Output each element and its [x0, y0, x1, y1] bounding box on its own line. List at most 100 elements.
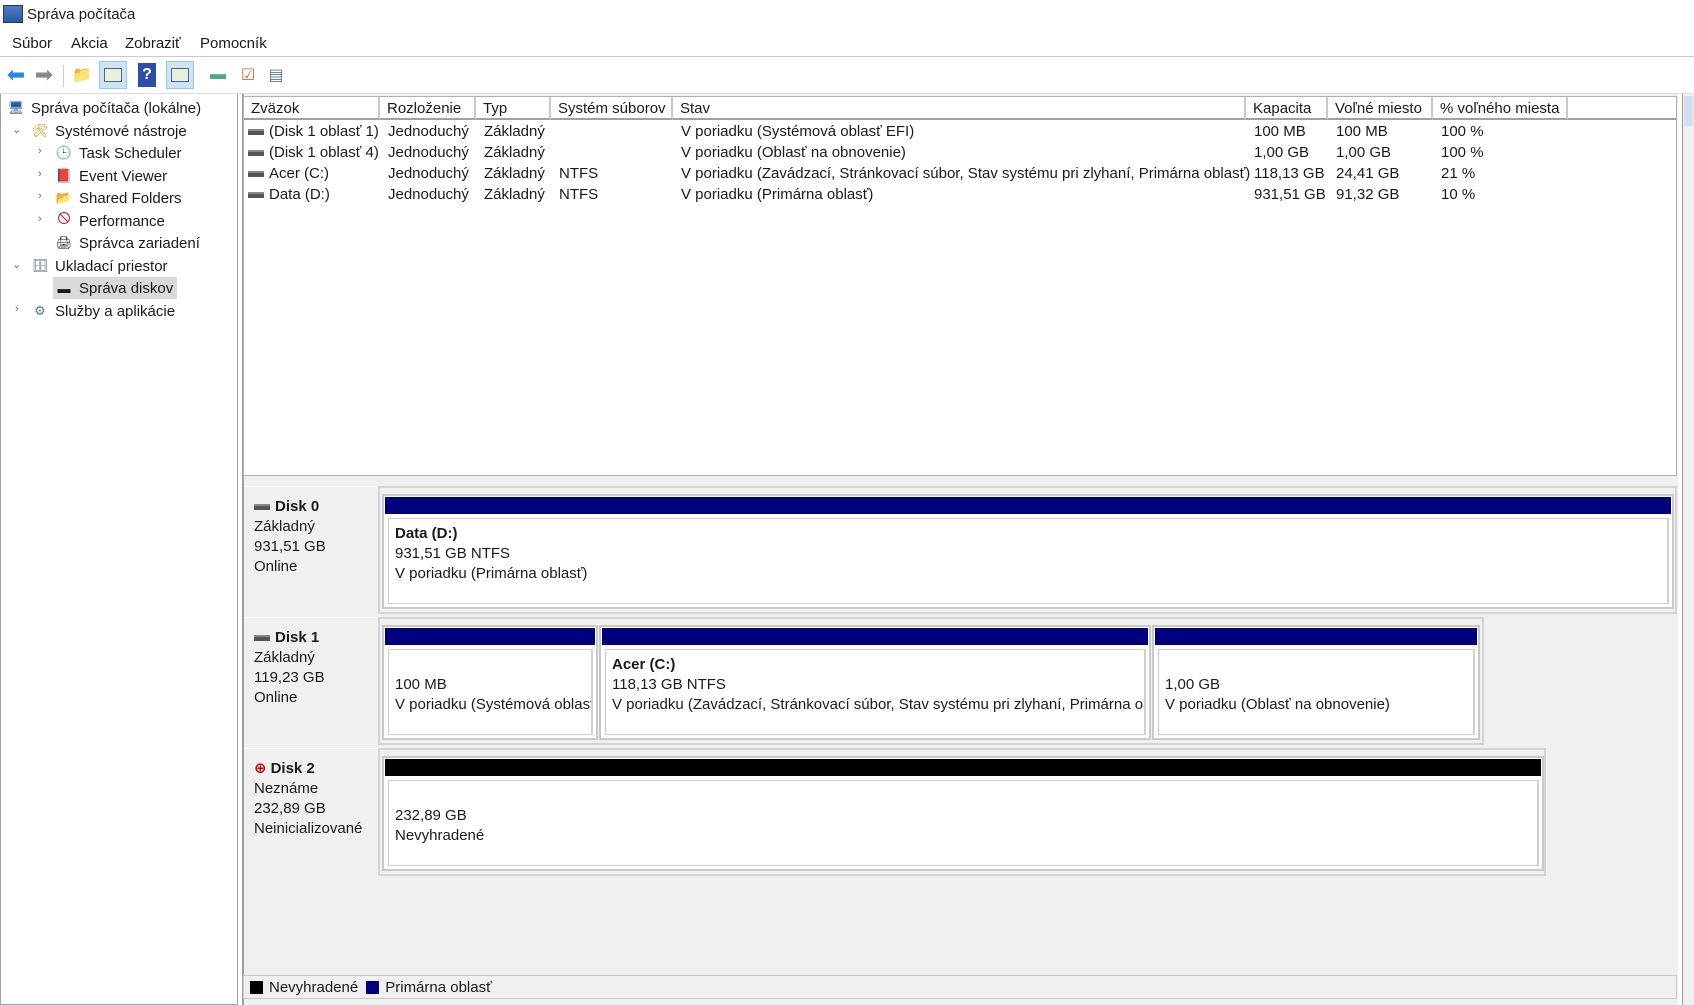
table-cell: 100 MB [1336, 123, 1388, 140]
table-cell: Jednoduchý [388, 144, 469, 161]
tree-item-event-viewer[interactable]: 📕 Event Viewer [55, 165, 167, 187]
table-cell: V poriadku (Systémová oblasť EFI) [681, 123, 914, 140]
tree-label: Ukladací priestor [55, 257, 168, 275]
partition-acer-c[interactable]: Acer (C:) 118,13 GB NTFS V poriadku (Zavád… [599, 625, 1151, 740]
properties-icon[interactable]: ▤ [264, 63, 288, 87]
up-folder-icon[interactable]: 📁 [70, 63, 94, 87]
show-action-pane-icon[interactable] [166, 61, 194, 89]
disk-0-label[interactable]: Disk 0 Základný 931,51 GB Online [245, 486, 377, 614]
table-cell: Základný [484, 123, 545, 140]
partition-status: V poriadku (Primárna oblasť) [395, 565, 588, 582]
disk-1-label[interactable]: Disk 1 Základný 119,23 GB Online [245, 617, 377, 745]
partition-title: Data (D:) [395, 525, 458, 542]
tree-item-device-manager[interactable]: 🖨 Správca zariadení [55, 232, 200, 254]
forward-icon[interactable]: ➡ [32, 62, 56, 87]
tree-label: Shared Folders [79, 189, 182, 207]
tree-label: Správa diskov [79, 279, 174, 297]
cell-text: Jednoduchý [388, 186, 469, 203]
column-header-type[interactable]: Typ [476, 97, 551, 120]
disk-0-partitions: Data (D:) 931,51 GB NTFS V poriadku (Primá… [378, 486, 1677, 614]
table-cell: 100 % [1441, 123, 1484, 140]
partition-efi[interactable]: 100 MB V poriadku (Systémová oblast [382, 625, 598, 740]
chevron-down-icon[interactable]: ⌄ [12, 123, 21, 136]
disk-icon: ▬ [57, 280, 71, 296]
table-cell: Základný [484, 144, 545, 161]
table-cell: V poriadku (Zavádzací, Stránkovací súbor… [681, 165, 1250, 182]
table-cell: 931,51 GB [1254, 186, 1326, 203]
partition-unallocated[interactable]: 232,89 GB Nevyhradené [382, 756, 1544, 871]
cell-text: V poriadku (Zavádzací, Stránkovací súbor… [681, 165, 1251, 182]
cell-text: 100 MB [1254, 123, 1306, 140]
chevron-right-icon[interactable]: › [38, 168, 42, 180]
disk-type: Základný [254, 518, 315, 535]
cell-text: 100 % [1441, 123, 1484, 140]
table-cell: Základný [484, 186, 545, 203]
cell-text: 100 % [1441, 144, 1484, 161]
disk-status: Online [254, 689, 298, 706]
table-cell: Data (D:) [248, 186, 330, 203]
column-header-status[interactable]: Stav [673, 97, 1246, 120]
back-icon[interactable]: ⬅ [4, 62, 28, 87]
disk-2-label[interactable]: ⊕ Disk 2 Neznáme 232,89 GB Neinicializova… [245, 748, 377, 876]
menu-pomocnik[interactable]: Pomocník [200, 35, 267, 52]
column-header-capacity[interactable]: Kapacita [1246, 97, 1328, 120]
title-bar: Správa počítača [0, 0, 1694, 30]
chevron-right-icon[interactable]: › [38, 145, 42, 157]
column-header-volume[interactable]: Zväzok [244, 97, 380, 120]
cell-text: 100 MB [1336, 123, 1388, 140]
tree-item-system-tools[interactable]: 🛠 Systémové nástroje [31, 120, 187, 142]
table-cell: 118,13 GB [1254, 165, 1325, 182]
chevron-right-icon[interactable]: › [38, 190, 42, 202]
tree-label: Správa počítača (lokálne) [31, 99, 202, 117]
menu-akcia[interactable]: Akcia [71, 35, 108, 52]
vertical-scrollbar[interactable] [1682, 94, 1694, 1005]
volume-icon [248, 150, 264, 157]
tree-item-disk-management[interactable]: ▬ Správa diskov [53, 277, 178, 299]
tree-item-performance[interactable]: 🛇 Performance [55, 210, 165, 232]
tree-item-shared-folders[interactable]: 📂 Shared Folders [55, 187, 182, 209]
table-cell: 10 % [1441, 186, 1475, 203]
column-header-empty [1568, 97, 1676, 120]
table-cell: Jednoduchý [388, 123, 469, 140]
table-cell: 100 MB [1254, 123, 1306, 140]
primary-partition-bar [385, 497, 1671, 514]
connect-icon[interactable]: ▬ [206, 63, 230, 87]
column-header-free-space[interactable]: Voľné miesto [1328, 97, 1433, 120]
chevron-right-icon[interactable]: › [15, 303, 19, 315]
show-hide-tree-icon[interactable] [99, 61, 127, 89]
partition-data-d[interactable]: Data (D:) 931,51 GB NTFS V poriadku (Primá… [382, 494, 1674, 609]
disk-1-partitions: 100 MB V poriadku (Systémová oblast Acer … [378, 617, 1484, 745]
primary-partition-bar [602, 628, 1148, 645]
tree-item-task-scheduler[interactable]: 🕒 Task Scheduler [55, 142, 182, 164]
partition-recovery[interactable]: 1,00 GB V poriadku (Oblasť na obnovenie) [1152, 625, 1480, 740]
cell-text: 1,00 GB [1336, 144, 1392, 161]
disk-size: 119,23 GB [254, 669, 325, 686]
scrollbar-thumb[interactable] [1684, 96, 1693, 126]
chevron-right-icon[interactable]: › [38, 213, 42, 225]
partition-size: 100 MB [395, 676, 447, 693]
partition-size: 931,51 GB NTFS [395, 545, 511, 562]
column-header-layout[interactable]: Rozloženie [380, 97, 476, 120]
volume-icon [248, 129, 264, 136]
tree-label: Systémové nástroje [55, 122, 187, 140]
cell-text: 21 % [1441, 165, 1476, 182]
tree-item-storage[interactable]: 🗄 Ukladací priestor [31, 255, 168, 277]
column-header-filesystem[interactable]: Systém súborov [551, 97, 673, 120]
menu-subor[interactable]: Súbor [12, 35, 52, 52]
chevron-down-icon[interactable]: ⌄ [12, 258, 21, 271]
table-cell: 21 % [1441, 165, 1475, 182]
tree-item-services-apps[interactable]: ⚙ Služby a aplikácie [31, 300, 175, 322]
tree-item-computer-management[interactable]: 🖥 Správa počítača (lokálne) [7, 97, 201, 119]
storage-icon: 🗄 [31, 258, 49, 273]
computer-management-icon [3, 5, 23, 23]
menu-zobrazit[interactable]: Zobraziť [125, 35, 181, 52]
help-icon[interactable]: ? [138, 63, 156, 87]
window-title: Správa počítača [27, 6, 136, 23]
column-header-percent-free[interactable]: % voľného miesta [1433, 97, 1568, 120]
table-cell: 100 % [1441, 144, 1484, 161]
primary-partition-bar [385, 628, 595, 645]
partition-size: 1,00 GB [1165, 676, 1221, 693]
checklist-icon[interactable]: ☑ [236, 63, 260, 87]
cell-text: 24,41 GB [1336, 165, 1400, 182]
cell-text: NTFS [559, 165, 599, 182]
